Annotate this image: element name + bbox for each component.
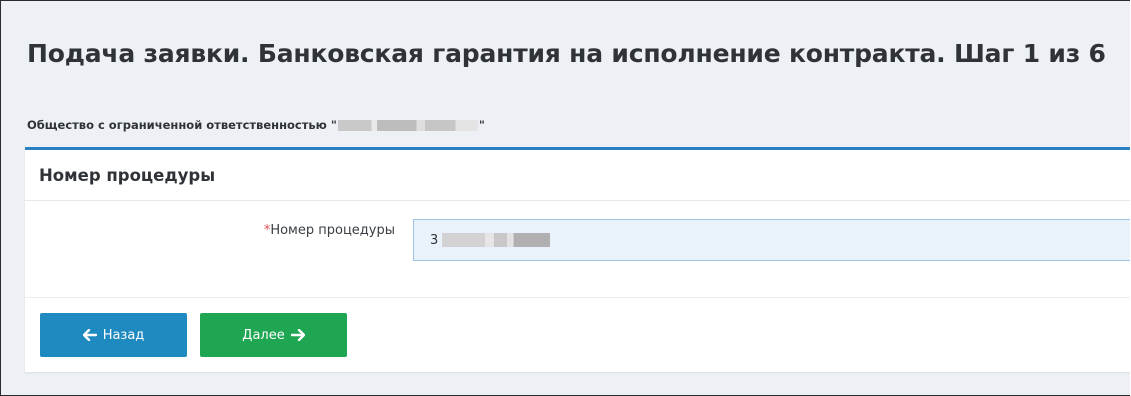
back-button-label: Назад <box>102 327 145 343</box>
procedure-number-panel: Номер процедуры *Номер процедуры 3 Назад… <box>25 147 1130 372</box>
procedure-number-row: *Номер процедуры 3 <box>25 201 1130 298</box>
next-button[interactable]: Далее <box>200 313 347 357</box>
button-row: Назад Далее <box>25 298 1130 373</box>
back-button[interactable]: Назад <box>40 313 187 357</box>
application-frame: Подача заявки. Банковская гарантия на ис… <box>0 0 1130 396</box>
organization-name: Общество с ограниченной ответственностью… <box>27 118 485 132</box>
organization-prefix: Общество с ограниченной ответственностью… <box>27 118 337 132</box>
panel-title: Номер процедуры <box>39 165 216 185</box>
procedure-number-label: *Номер процедуры <box>264 223 395 238</box>
redacted-organization-name <box>337 119 478 131</box>
procedure-number-label-text: Номер процедуры <box>270 223 395 238</box>
procedure-number-input[interactable]: 3 <box>413 219 1130 261</box>
page-title: Подача заявки. Банковская гарантия на ис… <box>27 39 1106 68</box>
procedure-number-value: 3 <box>430 232 439 248</box>
panel-header: Номер процедуры <box>25 150 1130 201</box>
organization-suffix: " <box>478 118 485 132</box>
arrow-right-icon <box>290 329 305 341</box>
redacted-procedure-number <box>442 233 551 247</box>
arrow-left-icon <box>82 329 97 341</box>
next-button-label: Далее <box>242 327 285 343</box>
